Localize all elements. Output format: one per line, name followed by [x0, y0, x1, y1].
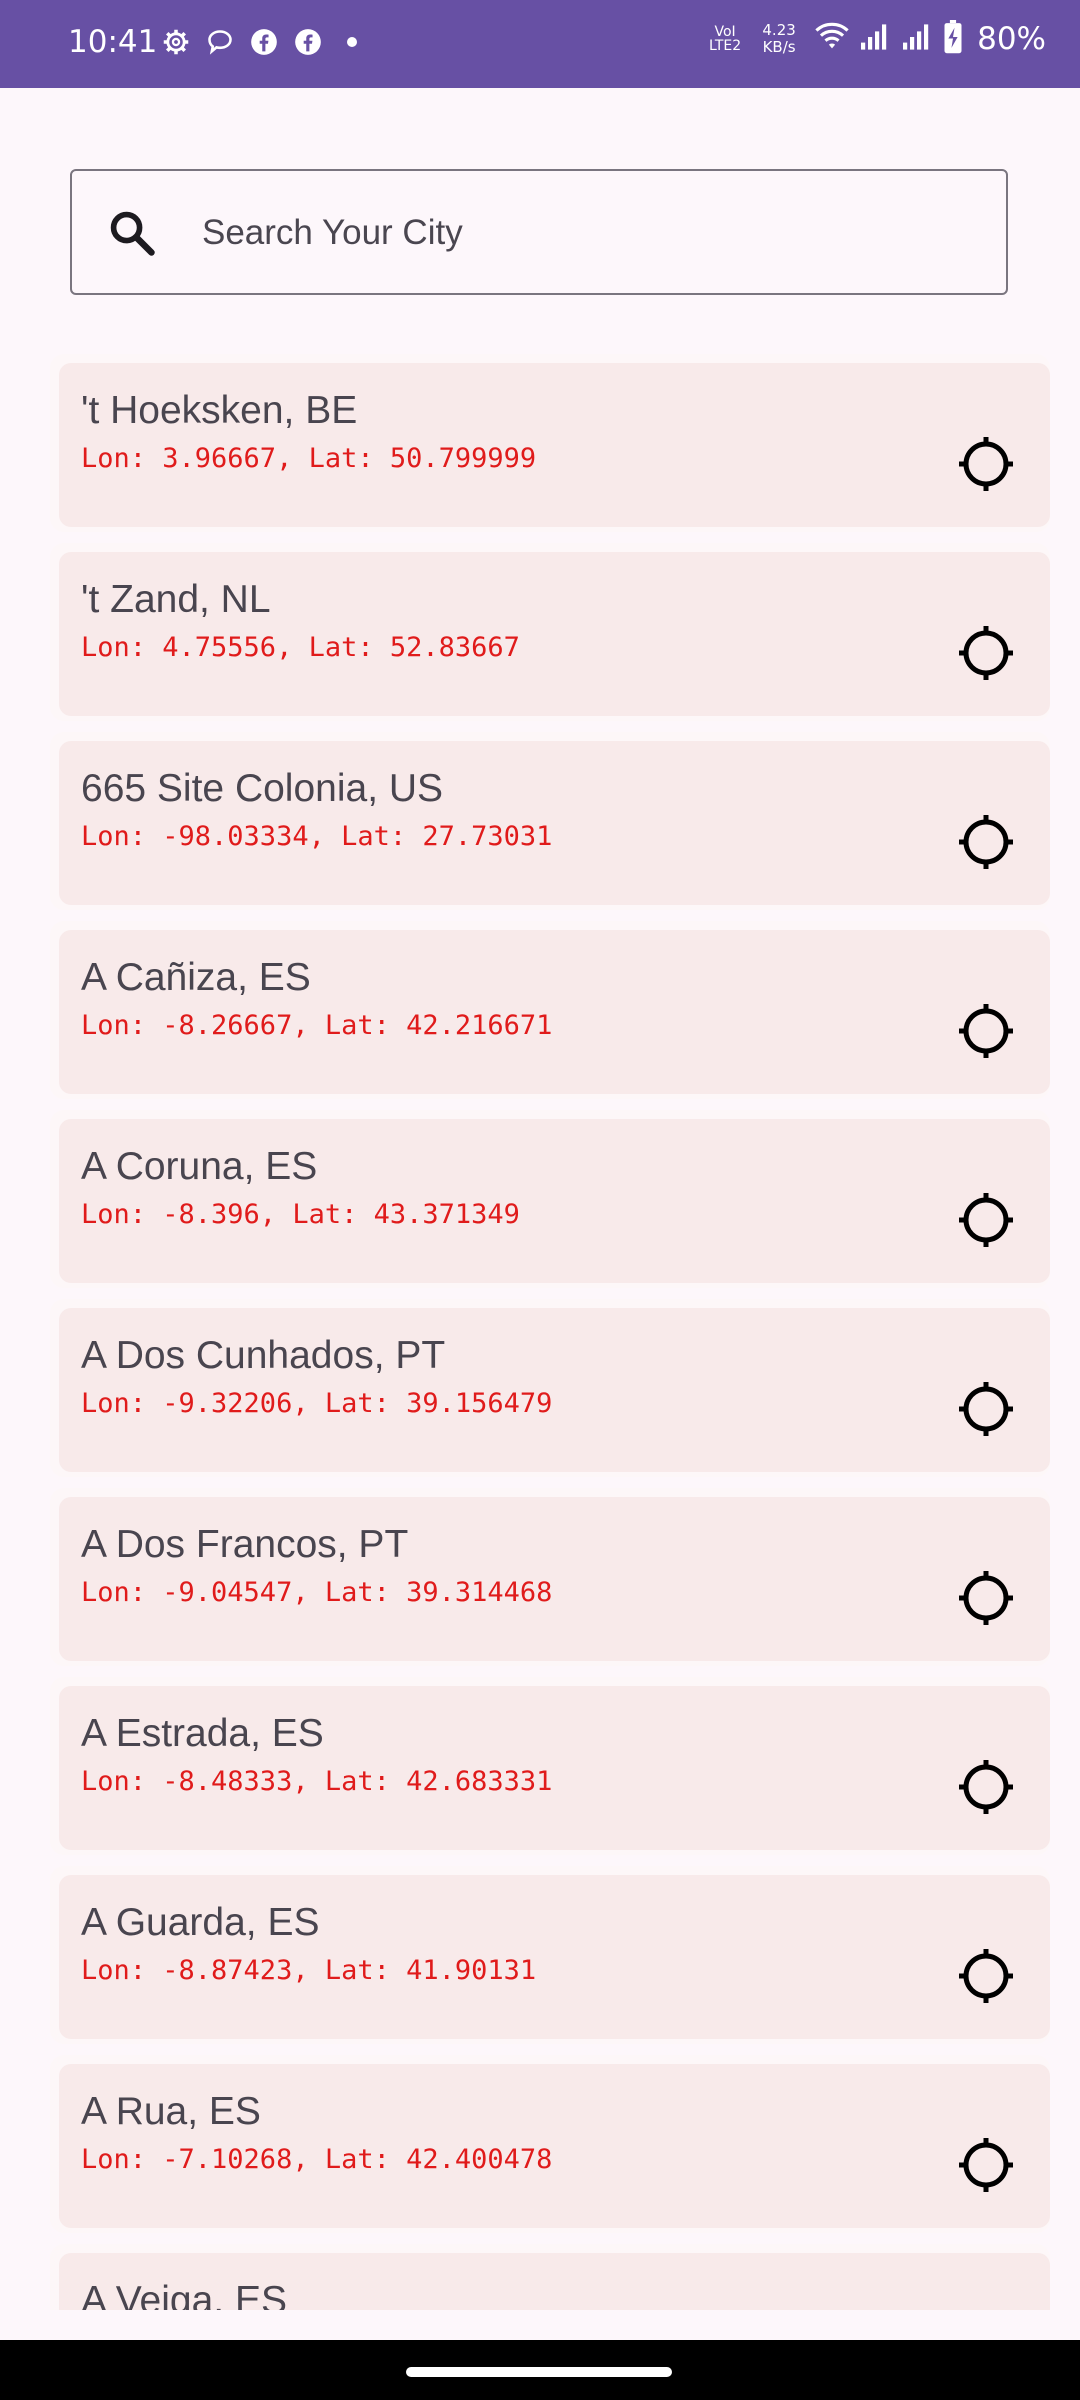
search-bar[interactable]: [70, 169, 1008, 295]
city-card[interactable]: 't Hoeksken, BE Lon: 3.96667, Lat: 50.799…: [59, 363, 1050, 527]
gps-crosshair-icon: [959, 437, 1013, 491]
locate-button[interactable]: [957, 1002, 1015, 1060]
network-speed-value: 4.23: [762, 21, 796, 39]
gps-crosshair-icon: [959, 626, 1013, 680]
home-gesture-handle[interactable]: [406, 2367, 672, 2377]
city-card[interactable]: 't Zand, NL Lon: 4.75556, Lat: 52.83667: [59, 552, 1050, 716]
locate-button[interactable]: [957, 813, 1015, 871]
search-input[interactable]: [200, 199, 984, 267]
battery-percentage: 80%: [977, 21, 1046, 57]
search-icon: [106, 207, 158, 259]
locate-button[interactable]: [957, 1569, 1015, 1627]
city-name: A Dos Francos, PT: [81, 1523, 409, 1566]
status-time: 10:41: [68, 24, 158, 60]
volte-indicator: VoI LTE2: [707, 25, 743, 53]
city-list-item[interactable]: A Dos Francos, PT Lon: -9.04547, Lat: 39.…: [50, 1488, 1050, 1666]
network-speed: 4.23 KB/s: [753, 22, 805, 56]
status-system-icons: VoI LTE2 4.23 KB/s 80%: [707, 20, 1046, 58]
locate-button[interactable]: [957, 435, 1015, 493]
locate-button[interactable]: [957, 1380, 1015, 1438]
locate-button[interactable]: [957, 1947, 1015, 2005]
city-coordinates: Lon: 3.96667, Lat: 50.799999: [81, 443, 537, 474]
locate-button[interactable]: [957, 1191, 1015, 1249]
city-card[interactable]: A Veiga, ES: [59, 2253, 1050, 2310]
notification-dot-icon: [336, 26, 368, 58]
settings-icon: [160, 26, 192, 58]
gps-crosshair-icon: [959, 815, 1013, 869]
city-list-item[interactable]: 665 Site Colonia, US Lon: -98.03334, Lat:…: [50, 732, 1050, 910]
wifi-icon: [815, 22, 849, 56]
city-list-item[interactable]: 't Zand, NL Lon: 4.75556, Lat: 52.83667: [50, 543, 1050, 721]
status-bar: 10:41 VoI LTE2 4.23 KB/s 80%: [0, 0, 1080, 88]
city-name: 665 Site Colonia, US: [81, 767, 444, 810]
gps-crosshair-icon: [959, 2138, 1013, 2192]
battery-charging-icon: [943, 20, 963, 58]
city-coordinates: Lon: 4.75556, Lat: 52.83667: [81, 632, 520, 663]
city-list-item[interactable]: A Rua, ES Lon: -7.10268, Lat: 42.400478: [50, 2055, 1050, 2233]
city-coordinates: Lon: -9.32206, Lat: 39.156479: [81, 1388, 553, 1419]
city-list-item[interactable]: A Guarda, ES Lon: -8.87423, Lat: 41.90131: [50, 1866, 1050, 2044]
gps-crosshair-icon: [959, 1949, 1013, 2003]
city-list-item[interactable]: A Dos Cunhados, PT Lon: -9.32206, Lat: 39…: [50, 1299, 1050, 1477]
city-coordinates: Lon: -8.396, Lat: 43.371349: [81, 1199, 520, 1230]
city-list-item[interactable]: A Coruna, ES Lon: -8.396, Lat: 43.371349: [50, 1110, 1050, 1288]
city-list-item[interactable]: A Veiga, ES: [50, 2244, 1050, 2310]
city-name: 't Hoeksken, BE: [81, 389, 358, 432]
city-list-item[interactable]: A Cañiza, ES Lon: -8.26667, Lat: 42.21667…: [50, 921, 1050, 1099]
gps-crosshair-icon: [959, 1571, 1013, 1625]
city-card[interactable]: A Cañiza, ES Lon: -8.26667, Lat: 42.21667…: [59, 930, 1050, 1094]
city-card[interactable]: A Estrada, ES Lon: -8.48333, Lat: 42.6833…: [59, 1686, 1050, 1850]
network-speed-unit: KB/s: [762, 38, 796, 56]
city-coordinates: Lon: -8.48333, Lat: 42.683331: [81, 1766, 553, 1797]
city-card[interactable]: A Coruna, ES Lon: -8.396, Lat: 43.371349: [59, 1119, 1050, 1283]
locate-button[interactable]: [957, 2136, 1015, 2194]
facebook-icon: [248, 26, 280, 58]
city-list-item[interactable]: 't Hoeksken, BE Lon: 3.96667, Lat: 50.799…: [50, 354, 1050, 532]
city-card[interactable]: A Guarda, ES Lon: -8.87423, Lat: 41.90131: [59, 1875, 1050, 2039]
signal-icon: [901, 23, 933, 55]
city-name: A Cañiza, ES: [81, 956, 311, 999]
city-coordinates: Lon: -98.03334, Lat: 27.73031: [81, 821, 553, 852]
facebook-icon: [292, 26, 324, 58]
city-coordinates: Lon: -8.87423, Lat: 41.90131: [81, 1955, 537, 1986]
city-name: A Estrada, ES: [81, 1712, 324, 1755]
city-card[interactable]: A Dos Cunhados, PT Lon: -9.32206, Lat: 39…: [59, 1308, 1050, 1472]
gps-crosshair-icon: [959, 1004, 1013, 1058]
city-name: A Coruna, ES: [81, 1145, 318, 1188]
city-name: A Guarda, ES: [81, 1901, 320, 1944]
city-name: A Rua, ES: [81, 2090, 261, 2133]
gps-crosshair-icon: [959, 1760, 1013, 1814]
lte-label: LTE2: [709, 38, 742, 54]
city-coordinates: Lon: -8.26667, Lat: 42.216671: [81, 1010, 553, 1041]
locate-button[interactable]: [957, 624, 1015, 682]
city-name: A Dos Cunhados, PT: [81, 1334, 446, 1377]
city-coordinates: Lon: -7.10268, Lat: 42.400478: [81, 2144, 553, 2175]
gps-crosshair-icon: [959, 1382, 1013, 1436]
city-coordinates: Lon: -9.04547, Lat: 39.314468: [81, 1577, 553, 1608]
city-name: A Veiga, ES: [81, 2279, 287, 2310]
volte-label: VoI: [714, 24, 736, 40]
status-notification-icons: [160, 26, 368, 58]
city-list-item[interactable]: A Estrada, ES Lon: -8.48333, Lat: 42.6833…: [50, 1677, 1050, 1855]
locate-button[interactable]: [957, 1758, 1015, 1816]
signal-icon: [859, 23, 891, 55]
gps-crosshair-icon: [959, 1193, 1013, 1247]
city-card[interactable]: A Rua, ES Lon: -7.10268, Lat: 42.400478: [59, 2064, 1050, 2228]
city-list[interactable]: 't Hoeksken, BE Lon: 3.96667, Lat: 50.799…: [50, 354, 1050, 2310]
city-card[interactable]: 665 Site Colonia, US Lon: -98.03334, Lat:…: [59, 741, 1050, 905]
city-card[interactable]: A Dos Francos, PT Lon: -9.04547, Lat: 39.…: [59, 1497, 1050, 1661]
city-name: 't Zand, NL: [81, 578, 271, 621]
chat-bubble-icon: [204, 26, 236, 58]
